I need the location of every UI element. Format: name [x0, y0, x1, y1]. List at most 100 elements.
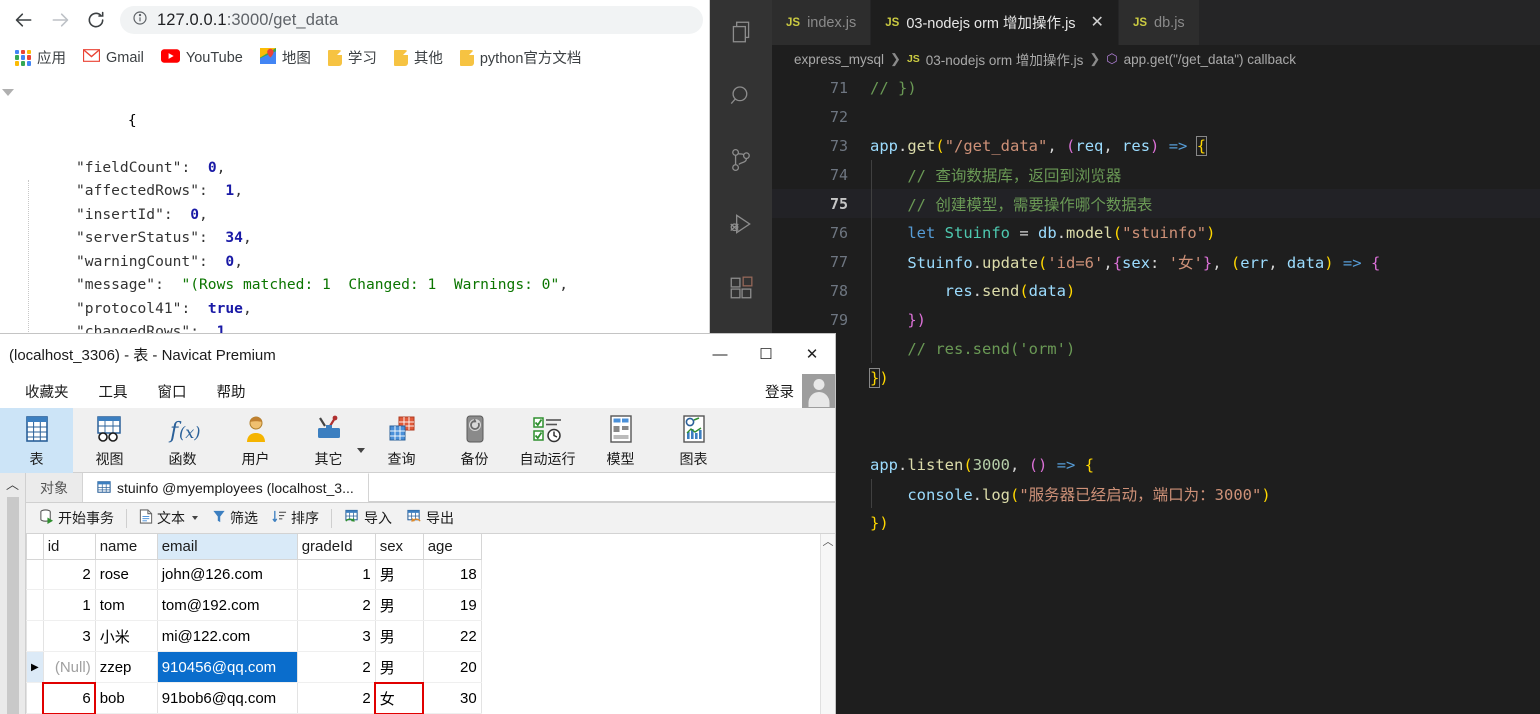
reload-button[interactable]: [78, 2, 114, 38]
tab-db-js[interactable]: JS db.js: [1118, 0, 1200, 45]
toolbar-user[interactable]: 用户: [219, 408, 292, 473]
cell-age[interactable]: 19: [422, 589, 482, 622]
sort-button[interactable]: 排序: [265, 506, 326, 531]
table-row[interactable]: 3 小米 mi@122.com 3 男 22: [26, 620, 482, 653]
source-control-icon[interactable]: [710, 128, 772, 192]
menu-help[interactable]: 帮助: [202, 381, 261, 402]
cell-id-annotated[interactable]: 6: [42, 681, 97, 714]
bookmark-maps[interactable]: 地图: [253, 44, 318, 71]
extensions-icon[interactable]: [710, 256, 772, 320]
cell-name[interactable]: zzep: [94, 651, 158, 684]
cell-gradeid[interactable]: 2: [296, 682, 376, 714]
bookmark-study[interactable]: 学习: [321, 44, 384, 71]
cell-gradeid[interactable]: 1: [296, 558, 376, 591]
table-row[interactable]: 1 tom tom@192.com 2 男 19: [26, 589, 482, 622]
bookmark-gmail[interactable]: Gmail: [76, 46, 151, 69]
column-header-age[interactable]: age: [422, 534, 482, 560]
collapse-triangle-icon[interactable]: [2, 89, 14, 96]
table-row-current[interactable]: ▶ (Null) zzep 910456@qq.com 2 男 20: [26, 651, 482, 684]
cell-age[interactable]: 18: [422, 558, 482, 591]
bookmark-apps[interactable]: 应用: [8, 44, 73, 71]
login-label[interactable]: 登录: [765, 381, 802, 402]
toolbar-other[interactable]: 其它: [292, 408, 365, 473]
bookmark-python-docs[interactable]: python官方文档: [453, 44, 589, 71]
row-marker[interactable]: [26, 558, 44, 591]
cell-gradeid[interactable]: 2: [296, 589, 376, 622]
run-debug-icon[interactable]: [710, 192, 772, 256]
cell-id[interactable]: 1: [42, 589, 96, 622]
cell-id[interactable]: (Null): [42, 651, 96, 684]
forward-button[interactable]: [42, 2, 78, 38]
toolbar-query[interactable]: 查询: [365, 408, 438, 473]
row-marker[interactable]: [26, 620, 44, 653]
avatar[interactable]: [802, 374, 835, 408]
cell-id[interactable]: 2: [42, 558, 96, 591]
cell-age[interactable]: 20: [422, 651, 482, 684]
cell-sex[interactable]: 男: [374, 589, 424, 622]
minimize-icon[interactable]: ―: [697, 334, 743, 374]
cell-name[interactable]: 小米: [94, 620, 158, 653]
row-marker[interactable]: [26, 682, 44, 714]
toolbar-function[interactable]: f (x) 函数: [146, 408, 219, 473]
grid-vertical-scrollbar[interactable]: ︿: [820, 534, 835, 714]
chevron-down-icon[interactable]: [192, 516, 198, 520]
site-info-icon[interactable]: [132, 10, 148, 31]
tab-stuinfo-table[interactable]: stuinfo @myemployees (localhost_3...: [83, 473, 369, 502]
cell-name[interactable]: tom: [94, 589, 158, 622]
cell-email[interactable]: john@126.com: [156, 558, 298, 591]
breadcrumb-file[interactable]: 03-nodejs orm 增加操作.js: [926, 49, 1084, 69]
bookmark-youtube[interactable]: YouTube: [154, 46, 250, 70]
table-row[interactable]: 6 bob 91bob6@qq.com 2 女 30: [26, 681, 482, 714]
data-grid[interactable]: id name email gradeId sex age 2 rose joh…: [26, 534, 482, 714]
tab-03-nodejs-orm[interactable]: JS 03-nodejs orm 增加操作.js ✕: [871, 0, 1119, 45]
menu-tools[interactable]: 工具: [84, 381, 143, 402]
menu-window[interactable]: 窗口: [143, 381, 202, 402]
cell-email[interactable]: mi@122.com: [156, 620, 298, 653]
scroll-up-icon[interactable]: ︿: [821, 534, 835, 550]
login-area[interactable]: 登录: [765, 374, 835, 408]
chevron-up-icon[interactable]: ︿: [6, 477, 19, 493]
maximize-icon[interactable]: ☐: [743, 334, 789, 374]
column-header-email[interactable]: email: [156, 534, 298, 560]
cell-email-selected[interactable]: 910456@qq.com: [156, 651, 298, 684]
cell-sex[interactable]: 男: [374, 558, 424, 591]
cell-age[interactable]: 22: [422, 620, 482, 653]
breadcrumb-folder[interactable]: express_mysql: [794, 52, 884, 67]
cell-id[interactable]: 3: [42, 620, 96, 653]
toolbar-backup[interactable]: 备份: [438, 408, 511, 473]
collapse-bar[interactable]: [6, 497, 19, 714]
menu-favorites[interactable]: 收藏夹: [10, 381, 84, 402]
toolbar-model[interactable]: 模型: [584, 408, 657, 473]
search-icon[interactable]: [710, 64, 772, 128]
column-header-name[interactable]: name: [94, 534, 158, 560]
begin-transaction-button[interactable]: 开始事务: [32, 506, 121, 531]
tab-index-js[interactable]: JS index.js: [772, 0, 872, 45]
export-button[interactable]: 导出: [399, 506, 461, 531]
cell-name[interactable]: rose: [94, 558, 158, 591]
column-header-sex[interactable]: sex: [374, 534, 424, 560]
chevron-down-icon[interactable]: [357, 448, 365, 453]
filter-button[interactable]: 筛选: [205, 506, 265, 531]
column-header-gradeid[interactable]: gradeId: [296, 534, 376, 560]
cell-sex-annotated[interactable]: 女: [374, 681, 425, 714]
toolbar-table[interactable]: 表: [0, 408, 73, 473]
close-icon[interactable]: ✕: [1091, 14, 1104, 31]
toolbar-automation[interactable]: 自动运行: [511, 408, 584, 473]
toolbar-view[interactable]: 视图: [73, 408, 146, 473]
address-bar[interactable]: 127.0.0.1:3000/get_data: [120, 6, 703, 34]
sidebar-collapse-handle[interactable]: ︿: [0, 473, 26, 714]
column-header-id[interactable]: id: [42, 534, 96, 560]
row-marker-current[interactable]: ▶: [26, 651, 44, 684]
toolbar-chart[interactable]: 图表: [657, 408, 730, 473]
cell-sex[interactable]: 男: [374, 620, 424, 653]
cell-gradeid[interactable]: 2: [296, 651, 376, 684]
close-icon[interactable]: ✕: [789, 334, 835, 374]
row-marker[interactable]: [26, 589, 44, 622]
cell-sex[interactable]: 男: [374, 651, 424, 684]
cell-name[interactable]: bob: [94, 682, 158, 714]
cell-email[interactable]: 91bob6@qq.com: [156, 682, 298, 714]
breadcrumb-symbol[interactable]: app.get("/get_data") callback: [1124, 52, 1296, 67]
back-button[interactable]: [6, 2, 42, 38]
explorer-icon[interactable]: [710, 0, 772, 64]
text-button[interactable]: 文本: [132, 506, 205, 531]
